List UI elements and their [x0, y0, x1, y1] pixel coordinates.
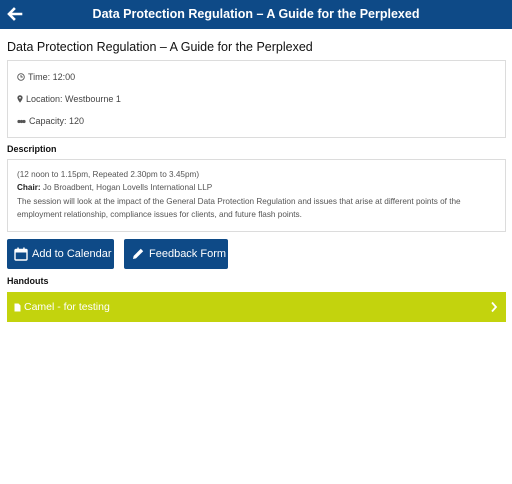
location-row: Location: Westbourne 1	[17, 94, 121, 104]
handouts-label: Handouts	[7, 276, 49, 286]
description-label: Description	[7, 144, 57, 154]
chair-value: Jo Broadbent, Hogan Lovells Internationa…	[40, 183, 213, 193]
handout-label: Camel - for testing	[24, 301, 110, 313]
page-title: Data Protection Regulation – A Guide for…	[7, 40, 313, 54]
location-text: Location: Westbourne 1	[26, 94, 121, 104]
session-info-card: Time: 12:00 Location: Westbourne 1 Capac…	[7, 60, 506, 138]
document-icon	[14, 303, 21, 311]
clock-icon	[17, 73, 25, 81]
capacity-row: Capacity: 120	[17, 116, 84, 126]
add-to-calendar-label: Add to Calendar	[32, 248, 112, 260]
chair-label: Chair:	[17, 183, 41, 193]
header-title: Data Protection Regulation – A Guide for…	[92, 7, 420, 21]
calendar-icon	[14, 247, 28, 261]
map-marker-icon	[17, 95, 23, 103]
time-row: Time: 12:00	[17, 72, 75, 82]
chevron-right-icon	[491, 301, 498, 313]
feedback-form-label: Feedback Form	[149, 248, 227, 260]
time-text: Time: 12:00	[28, 72, 76, 82]
feedback-form-button[interactable]: Feedback Form	[124, 239, 228, 269]
add-to-calendar-button[interactable]: Add to Calendar	[7, 239, 114, 269]
description-body: The session will look at the impact of t…	[17, 196, 461, 219]
capacity-text: Capacity: 120	[29, 116, 85, 126]
top-bar: Data Protection Regulation – A Guide for…	[0, 0, 512, 29]
description-chair: Chair: Jo Broadbent, Hogan Lovells Inter…	[17, 181, 496, 194]
handout-item[interactable]: Camel - for testing	[7, 292, 506, 322]
capacity-icon	[17, 119, 26, 123]
pencil-icon	[133, 248, 144, 259]
description-schedule: (12 noon to 1.15pm, Repeated 2.30pm to 3…	[17, 170, 200, 179]
description-card: (12 noon to 1.15pm, Repeated 2.30pm to 3…	[7, 159, 506, 232]
